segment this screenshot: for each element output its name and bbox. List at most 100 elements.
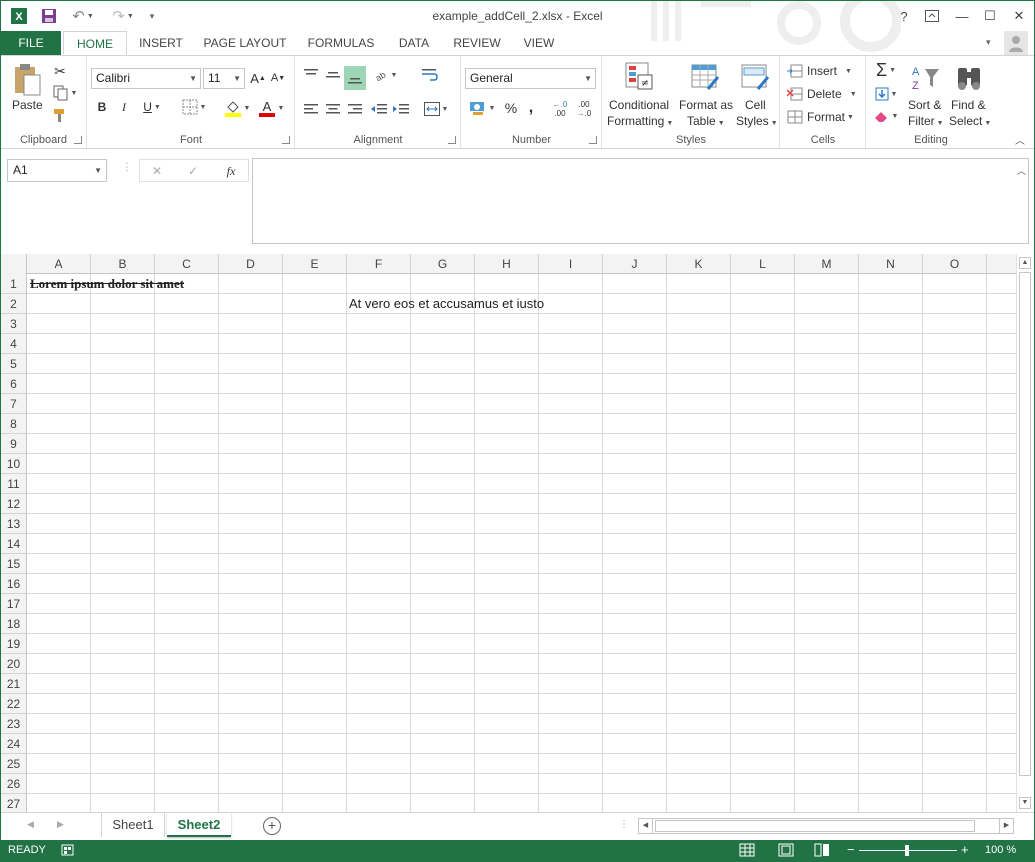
font-launcher-icon[interactable] [282,136,290,144]
select-all-button[interactable] [1,254,27,274]
column-header[interactable]: J [603,254,667,274]
sort-filter-label2[interactable]: Filter ▼ [908,114,944,128]
increase-indent-icon[interactable] [392,100,410,118]
row-header[interactable]: 7 [1,394,27,414]
horizontal-scrollbar[interactable]: ◀ ▶ [638,818,1014,834]
conditional-formatting-label2[interactable]: Formatting ▼ [607,114,673,128]
vertical-scroll-thumb[interactable] [1019,272,1031,776]
column-header[interactable]: H [475,254,539,274]
column-header[interactable]: E [283,254,347,274]
clipboard-launcher-icon[interactable] [74,136,82,144]
sheet-tab-sheet1[interactable]: Sheet1 [101,813,165,837]
find-select-label2[interactable]: Select ▼ [949,114,991,128]
vertical-scrollbar[interactable]: ▲ ▼ [1016,254,1034,812]
align-right-icon[interactable] [346,100,364,118]
row-header[interactable]: 17 [1,594,27,614]
column-header[interactable]: K [667,254,731,274]
close-button[interactable]: ✕ [1008,5,1030,27]
page-break-view-icon[interactable] [814,843,830,860]
tab-view[interactable]: VIEW [515,31,563,55]
comma-style-button[interactable]: , [524,98,538,118]
fill-icon[interactable]: ▼ [871,84,901,104]
autosum-icon[interactable]: Σ ▼ [871,60,901,80]
cell-styles-button[interactable]: Cell [745,98,766,112]
column-header[interactable]: G [411,254,475,274]
top-align-icon[interactable] [302,66,320,84]
font-name-select[interactable]: Calibri ▼ [91,68,201,89]
font-color-button[interactable]: A ▼ [256,98,286,118]
decrease-indent-icon[interactable] [370,100,388,118]
bold-button[interactable]: B [94,98,110,116]
row-header[interactable]: 25 [1,754,27,774]
merge-center-icon[interactable]: ▼ [420,100,452,118]
normal-view-icon[interactable] [739,843,755,860]
zoom-level[interactable]: 100 % [985,844,1016,856]
number-format-select[interactable]: General ▼ [465,68,596,89]
help-button[interactable]: ? [893,5,915,27]
cut-icon[interactable]: ✂ [51,62,69,80]
format-as-table-label2[interactable]: Table ▼ [687,114,725,128]
insert-cells-button[interactable]: Insert ▼ [787,62,863,80]
cell-a1[interactable]: Lorem ipsum dolor sit amet [30,276,184,292]
row-header[interactable]: 5 [1,354,27,374]
macro-record-icon[interactable] [61,843,75,860]
find-select-button[interactable]: Find & [951,98,986,112]
row-header[interactable]: 6 [1,374,27,394]
page-layout-view-icon[interactable] [778,843,794,860]
tab-insert[interactable]: INSERT [133,31,189,55]
row-header[interactable]: 23 [1,714,27,734]
align-left-icon[interactable] [302,100,320,118]
expand-formula-bar-icon[interactable]: ︿ [1017,164,1026,177]
tab-data[interactable]: DATA [389,31,439,55]
delete-cells-button[interactable]: Delete ▼ [787,85,863,103]
format-painter-icon[interactable] [51,106,69,124]
tab-page-layout[interactable]: PAGE LAYOUT [197,31,293,55]
sort-filter-button[interactable]: Sort & [908,98,941,112]
column-header[interactable]: F [347,254,411,274]
sheet-tab-sheet2[interactable]: Sheet2 [167,813,231,837]
cell-area[interactable]: Lorem ipsum dolor sit amet At vero eos e… [27,274,1016,812]
row-header[interactable]: 9 [1,434,27,454]
ribbon-display-options-icon[interactable] [921,5,943,27]
shrink-font-button[interactable]: A ▼ [269,69,287,87]
insert-function-button[interactable]: fx [220,162,242,180]
column-header[interactable]: I [539,254,603,274]
enter-formula-button[interactable]: ✓ [184,162,202,180]
clear-icon[interactable]: ▼ [871,106,901,126]
paste-icon[interactable] [9,62,45,98]
borders-button[interactable]: ▼ [178,98,210,116]
row-header[interactable]: 3 [1,314,27,334]
formula-input[interactable] [252,158,1029,244]
underline-button[interactable]: U ▼ [138,98,166,116]
row-header[interactable]: 1 [1,274,27,294]
tab-splitter-icon[interactable]: ⋮ [619,819,629,830]
row-header[interactable]: 16 [1,574,27,594]
row-header[interactable]: 11 [1,474,27,494]
cancel-formula-button[interactable]: ✕ [148,162,166,180]
number-launcher-icon[interactable] [589,136,597,144]
scroll-right-icon[interactable]: ▶ [999,819,1013,833]
font-size-select[interactable]: 11 ▼ [203,68,245,89]
column-header[interactable]: L [731,254,795,274]
orientation-icon[interactable]: ab ▼ [370,66,400,84]
tab-file[interactable]: FILE [1,31,61,55]
alignment-launcher-icon[interactable] [448,136,456,144]
zoom-slider-handle[interactable] [905,845,909,856]
scroll-left-icon[interactable]: ◀ [639,819,653,833]
wrap-text-icon[interactable] [420,66,440,84]
scroll-up-icon[interactable]: ▲ [1019,257,1031,269]
row-header[interactable]: 10 [1,454,27,474]
column-header[interactable]: M [795,254,859,274]
row-header[interactable]: 14 [1,534,27,554]
row-header[interactable]: 18 [1,614,27,634]
scroll-down-icon[interactable]: ▼ [1019,797,1031,809]
row-header[interactable]: 4 [1,334,27,354]
maximize-button[interactable]: ☐ [979,5,1001,27]
row-header[interactable]: 2 [1,294,27,314]
minimize-button[interactable]: — [951,5,973,27]
grow-font-button[interactable]: A ▲ [249,69,267,87]
column-header[interactable]: N [859,254,923,274]
tab-review[interactable]: REVIEW [447,31,507,55]
column-header[interactable]: B [91,254,155,274]
tab-formulas[interactable]: FORMULAS [301,31,381,55]
